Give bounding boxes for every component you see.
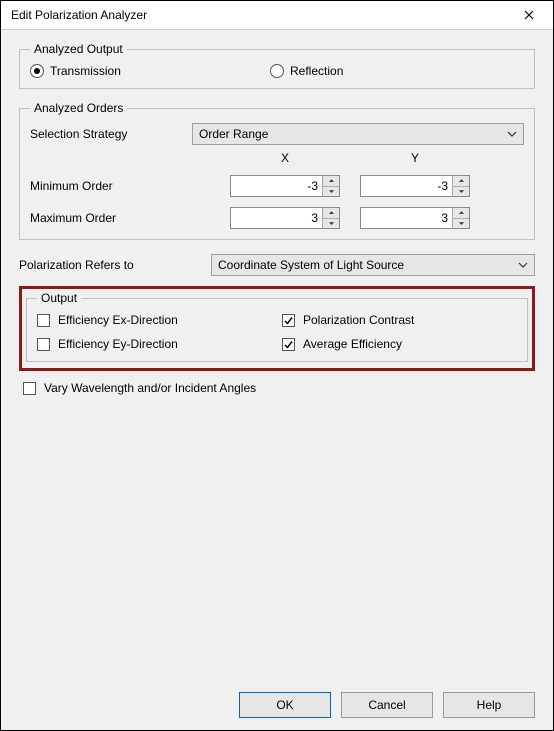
minimum-order-label: Minimum Order: [30, 179, 230, 193]
max-x-value: 3: [231, 208, 322, 228]
min-y-spinner[interactable]: -3: [360, 175, 470, 197]
output-highlight-box: Output Efficiency Ex-Direction Polarizat…: [19, 286, 535, 371]
analyzed-orders-group: Analyzed Orders Selection Strategy Order…: [19, 101, 535, 240]
spinner-down[interactable]: [323, 186, 339, 197]
efficiency-ex-label: Efficiency Ex-Direction: [58, 313, 178, 327]
checkbox-icon: [37, 338, 50, 351]
reflection-option[interactable]: Reflection: [270, 64, 343, 78]
transmission-label: Transmission: [50, 64, 121, 78]
max-y-spinner[interactable]: 3: [360, 207, 470, 229]
cancel-button[interactable]: Cancel: [341, 692, 433, 718]
window-title: Edit Polarization Analyzer: [11, 8, 147, 22]
max-x-spinner[interactable]: 3: [230, 207, 340, 229]
spinner-buttons: [452, 176, 469, 196]
max-y-value: 3: [361, 208, 452, 228]
polarization-refers-value: Coordinate System of Light Source: [218, 258, 404, 272]
efficiency-ey-checkbox[interactable]: Efficiency Ey-Direction: [37, 337, 272, 351]
close-icon: [524, 10, 534, 20]
selection-strategy-select[interactable]: Order Range: [192, 123, 524, 145]
checkbox-icon: [37, 314, 50, 327]
average-efficiency-checkbox[interactable]: Average Efficiency: [282, 337, 517, 351]
vary-wavelength-label: Vary Wavelength and/or Incident Angles: [44, 381, 256, 395]
dialog-window: Edit Polarization Analyzer Analyzed Outp…: [0, 0, 554, 731]
chevron-down-icon: [507, 129, 517, 139]
vary-wavelength-checkbox[interactable]: Vary Wavelength and/or Incident Angles: [23, 381, 535, 395]
y-header: Y: [360, 151, 470, 165]
output-legend: Output: [37, 291, 81, 305]
checkbox-icon: [282, 314, 295, 327]
checkbox-icon: [23, 382, 36, 395]
x-header: X: [230, 151, 340, 165]
analyzed-output-group: Analyzed Output Transmission Reflection: [19, 42, 535, 89]
polarization-refers-label: Polarization Refers to: [19, 258, 199, 272]
min-y-value: -3: [361, 176, 452, 196]
close-button[interactable]: [511, 4, 547, 26]
spinner-up[interactable]: [323, 176, 339, 186]
help-button[interactable]: Help: [443, 692, 535, 718]
transmission-option[interactable]: Transmission: [30, 64, 270, 78]
spinner-buttons: [322, 208, 339, 228]
radio-icon: [270, 64, 284, 78]
spinner-up[interactable]: [453, 176, 469, 186]
polarization-contrast-checkbox[interactable]: Polarization Contrast: [282, 313, 517, 327]
polarization-contrast-label: Polarization Contrast: [303, 313, 414, 327]
min-x-value: -3: [231, 176, 322, 196]
reflection-label: Reflection: [290, 64, 343, 78]
average-efficiency-label: Average Efficiency: [303, 337, 402, 351]
selection-strategy-label: Selection Strategy: [30, 127, 180, 141]
spinner-down[interactable]: [453, 186, 469, 197]
spinner-buttons: [322, 176, 339, 196]
analyzed-output-legend: Analyzed Output: [30, 42, 127, 56]
dialog-button-bar: OK Cancel Help: [19, 682, 535, 722]
maximum-order-label: Maximum Order: [30, 211, 230, 225]
min-x-spinner[interactable]: -3: [230, 175, 340, 197]
dialog-body: Analyzed Output Transmission Reflection …: [1, 30, 553, 730]
spinner-up[interactable]: [453, 208, 469, 218]
titlebar: Edit Polarization Analyzer: [1, 1, 553, 30]
spinner-down[interactable]: [323, 218, 339, 229]
efficiency-ex-checkbox[interactable]: Efficiency Ex-Direction: [37, 313, 272, 327]
polarization-refers-select[interactable]: Coordinate System of Light Source: [211, 254, 535, 276]
spinner-down[interactable]: [453, 218, 469, 229]
analyzed-orders-legend: Analyzed Orders: [30, 101, 127, 115]
spinner-buttons: [452, 208, 469, 228]
chevron-down-icon: [518, 260, 528, 270]
spinner-up[interactable]: [323, 208, 339, 218]
efficiency-ey-label: Efficiency Ey-Direction: [58, 337, 178, 351]
ok-button[interactable]: OK: [239, 692, 331, 718]
radio-icon: [30, 64, 44, 78]
selection-strategy-value: Order Range: [199, 127, 268, 141]
output-group: Output Efficiency Ex-Direction Polarizat…: [26, 291, 528, 362]
checkbox-icon: [282, 338, 295, 351]
